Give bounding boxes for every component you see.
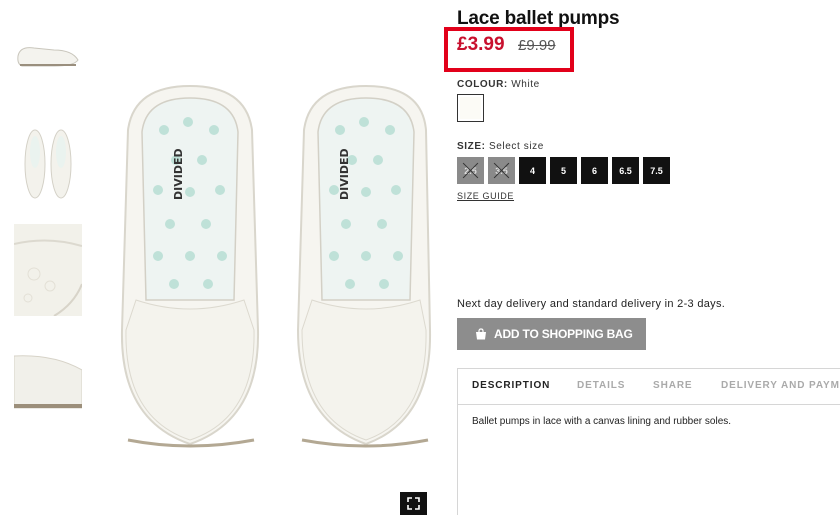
swatch-fill	[460, 97, 481, 119]
thumbnail-top-view-pair[interactable]	[14, 122, 82, 208]
insole-brand-text: DIVIDED	[172, 148, 185, 200]
product-info-panel: Lace ballet pumps £3.99 £9.99 COLOUR: Wh…	[444, 0, 840, 515]
add-to-bag-label: ADD TO SHOPPING BAG	[494, 327, 633, 341]
size-option[interactable]: 5	[550, 157, 577, 184]
original-price: £9.99	[518, 37, 556, 54]
expand-icon	[407, 497, 420, 510]
product-tabs: DESCRIPTION DETAILS SHARE DELIVERY AND P…	[457, 368, 840, 515]
size-selector: 2.5 3.5 4 5 6 6.5 7.5	[457, 157, 670, 184]
expand-image-button[interactable]	[400, 492, 427, 515]
colour-label: COLOUR: White	[457, 79, 540, 90]
size-guide-link[interactable]: SIZE GUIDE	[457, 191, 514, 201]
description-text: Ballet pumps in lace with a canvas linin…	[472, 416, 732, 427]
size-option[interactable]: 7.5	[643, 157, 670, 184]
size-option[interactable]: 6.5	[612, 157, 639, 184]
sale-price: £3.99	[457, 34, 505, 55]
colour-heading: COLOUR:	[457, 79, 508, 90]
delivery-info: Next day delivery and standard delivery …	[457, 298, 726, 310]
add-to-bag-button[interactable]: ADD TO SHOPPING BAG	[457, 318, 646, 350]
shopping-bag-icon	[476, 328, 486, 340]
tab-delivery-and-payment[interactable]: DELIVERY AND PAYMENT	[721, 380, 840, 391]
size-heading: SIZE:	[457, 141, 486, 152]
tab-share[interactable]: SHARE	[653, 380, 693, 391]
main-product-image[interactable]: DIVIDED DIVIDED	[98, 0, 432, 515]
size-option[interactable]: 4	[519, 157, 546, 184]
tab-details[interactable]: DETAILS	[577, 380, 625, 391]
thumbnail-side-view[interactable]	[14, 26, 82, 76]
tab-bar: DESCRIPTION DETAILS SHARE DELIVERY AND P…	[458, 369, 840, 405]
tab-description[interactable]: DESCRIPTION	[472, 380, 550, 391]
size-option[interactable]: 6	[581, 157, 608, 184]
thumbnail-heel-detail[interactable]	[14, 346, 82, 438]
colour-swatch-white[interactable]	[457, 94, 484, 122]
thumbnail-toe-detail[interactable]	[14, 224, 82, 316]
colour-value: White	[511, 79, 540, 90]
size-prompt: Select size	[488, 141, 544, 152]
insole-brand-text: DIVIDED	[338, 148, 351, 200]
size-option[interactable]: 2.5	[457, 157, 484, 184]
size-label: SIZE: Select size	[457, 141, 544, 152]
size-option[interactable]: 3.5	[488, 157, 515, 184]
